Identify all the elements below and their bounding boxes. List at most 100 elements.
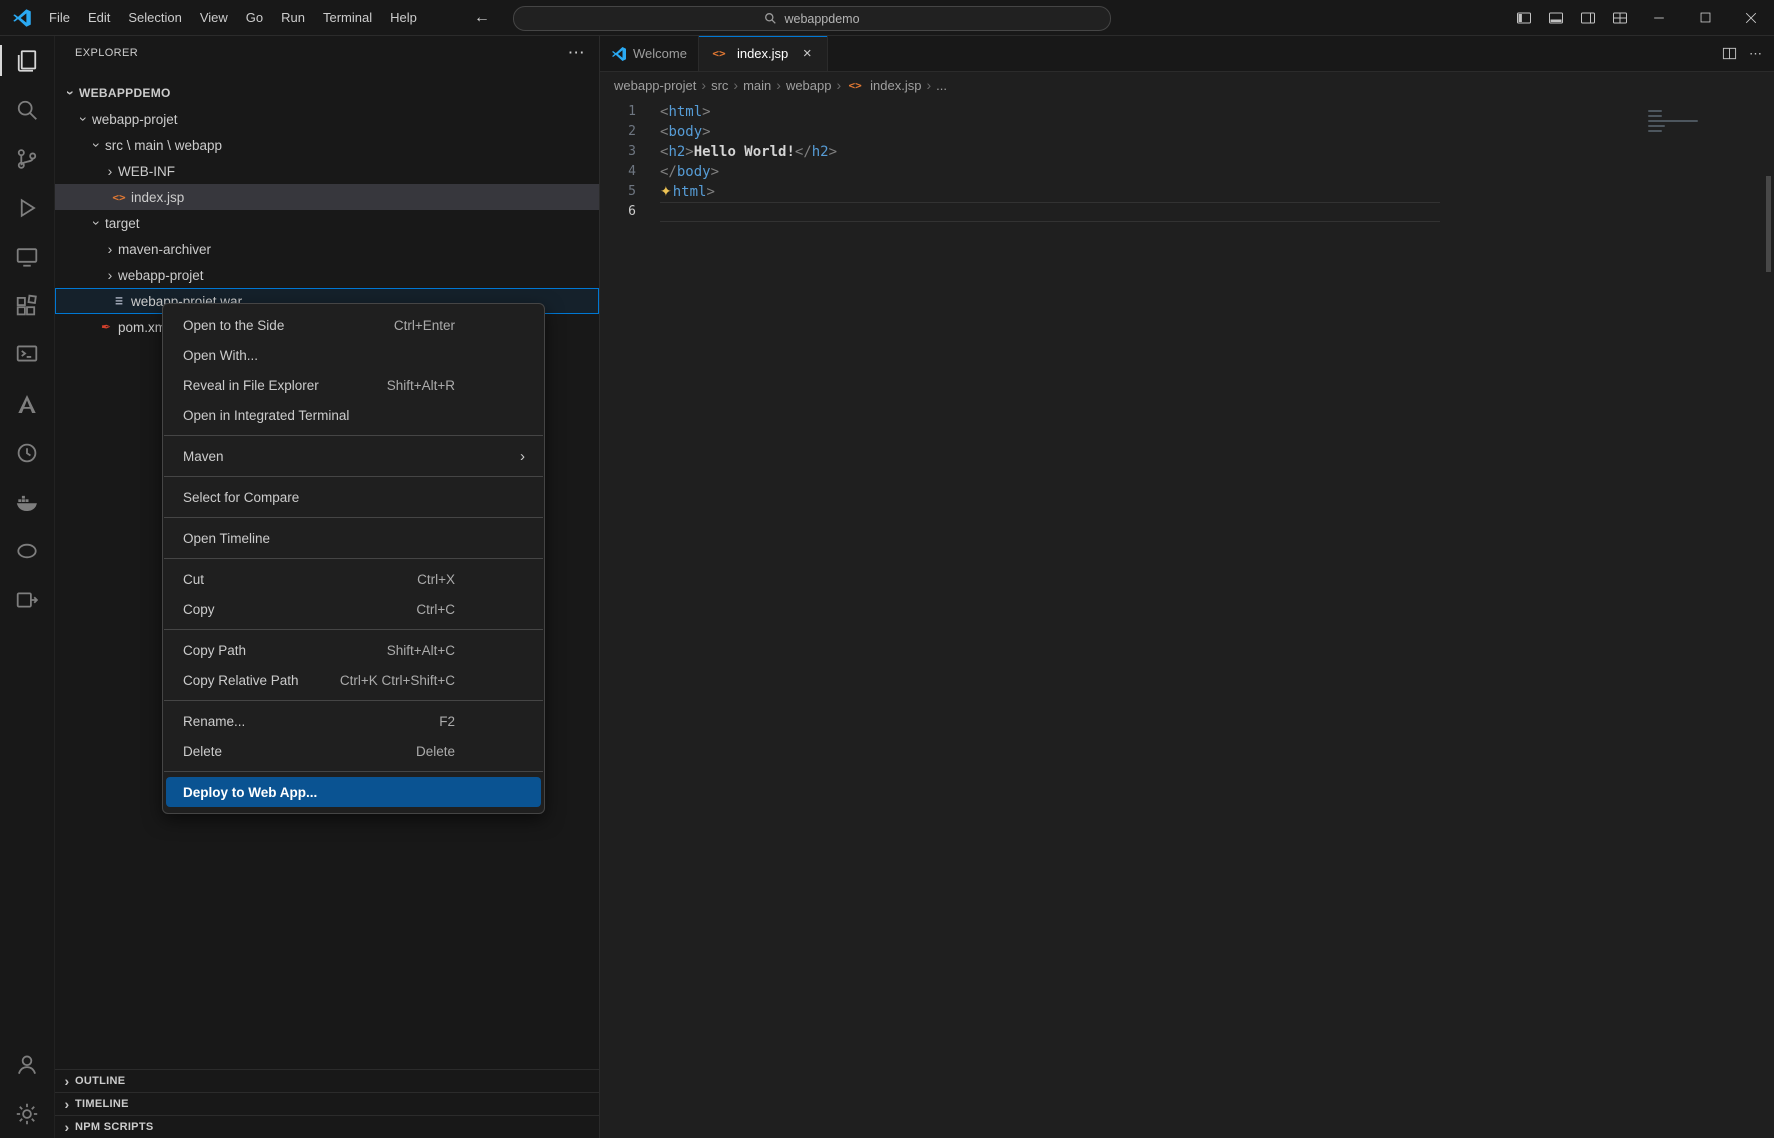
code-line-3: 3<h2>Hello World!</h2>	[600, 142, 1774, 162]
minimap[interactable]	[1648, 110, 1708, 135]
azure-icon[interactable]	[0, 379, 55, 428]
context-menu-item-copy[interactable]: CopyCtrl+C	[166, 594, 541, 624]
context-menu-item-deploy-to-web-app[interactable]: Deploy to Web App...	[166, 777, 541, 807]
breadcrumb-item-src[interactable]: src	[711, 78, 728, 93]
section-outline[interactable]: ›OUTLINE	[55, 1069, 599, 1092]
minimize-button[interactable]	[1636, 0, 1682, 36]
accounts-icon[interactable]	[0, 1040, 55, 1089]
breadcrumb-separator-icon: ›	[836, 77, 841, 93]
context-menu-item-open-with[interactable]: Open With...	[166, 340, 541, 370]
docker-icon[interactable]	[0, 477, 55, 526]
context-menu-item-delete[interactable]: DeleteDelete	[166, 736, 541, 766]
chevron-right-icon: ›	[59, 1119, 75, 1135]
tree-item-webappdemo[interactable]: ›WEBAPPDEMO	[55, 80, 599, 106]
breadcrumb-item-more[interactable]: ...	[936, 78, 947, 93]
context-menu-item-select-for-compare[interactable]: Select for Compare	[166, 482, 541, 512]
tree-item-label: WEB-INF	[118, 164, 175, 179]
more-actions-icon[interactable]: ⋯	[568, 43, 585, 63]
menu-help[interactable]: Help	[381, 5, 426, 31]
run-and-debug-icon[interactable]	[0, 183, 55, 232]
menu-item-label: Maven	[183, 449, 224, 464]
sidebar-sections: ›OUTLINE›TIMELINE›NPM SCRIPTS	[55, 1069, 599, 1138]
remote-explorer-icon[interactable]	[0, 232, 55, 281]
code-line-4: 4</body>	[600, 162, 1774, 182]
breadcrumb-separator-icon: ›	[701, 77, 706, 93]
menu-go[interactable]: Go	[237, 5, 272, 31]
dev-container-icon[interactable]	[0, 330, 55, 379]
menu-run[interactable]: Run	[272, 5, 314, 31]
menu-terminal[interactable]: Terminal	[314, 5, 381, 31]
menu-file[interactable]: File	[40, 5, 79, 31]
context-menu-item-open-timeline[interactable]: Open Timeline	[166, 523, 541, 553]
close-icon[interactable]: ×	[798, 45, 816, 62]
toggle-sidebar-icon[interactable]	[1508, 0, 1540, 36]
tree-item-web-inf[interactable]: ›WEB-INF	[55, 158, 599, 184]
section-timeline[interactable]: ›TIMELINE	[55, 1092, 599, 1115]
tree-item-src-main-webapp[interactable]: ›src \ main \ webapp	[55, 132, 599, 158]
breadcrumb-item-main[interactable]: main	[743, 78, 771, 93]
split-editor-icon[interactable]	[1722, 46, 1737, 61]
menu-item-label: Reveal in File Explorer	[183, 378, 319, 393]
chevron-right-icon: ›	[59, 1073, 75, 1089]
search-icon[interactable]	[0, 85, 55, 134]
remote-window-icon[interactable]	[0, 575, 55, 624]
tree-item-target[interactable]: ›target	[55, 210, 599, 236]
context-menu-item-rename[interactable]: Rename...F2	[166, 706, 541, 736]
tab-welcome[interactable]: Welcome	[600, 36, 699, 71]
tree-item-index-jsp[interactable]: <>index.jsp	[55, 184, 599, 210]
line-number: 3	[600, 142, 636, 162]
breadcrumb-item-webapp[interactable]: webapp	[786, 78, 832, 93]
context-menu-item-open-to-the-side[interactable]: Open to the SideCtrl+Enter	[166, 310, 541, 340]
chevron-right-icon: ›	[59, 1096, 75, 1112]
breadcrumb-item-index-jsp[interactable]: <>index.jsp	[846, 78, 921, 93]
tree-item-webapp-projet[interactable]: ›webapp-projet	[55, 262, 599, 288]
context-menu-item-cut[interactable]: CutCtrl+X	[166, 564, 541, 594]
menu-separator	[164, 629, 543, 630]
scrollbar-thumb[interactable]	[1766, 176, 1771, 272]
extensions-icon[interactable]	[0, 281, 55, 330]
tab-index-jsp[interactable]: <>index.jsp×	[699, 36, 828, 71]
context-menu-item-copy-path[interactable]: Copy PathShift+Alt+C	[166, 635, 541, 665]
chevron-down-icon: ›	[89, 137, 105, 153]
tab-bar: Welcome<>index.jsp× ⋯	[600, 36, 1774, 72]
context-menu-item-maven[interactable]: Maven›	[166, 441, 541, 471]
menu-item-label: Open to the Side	[183, 318, 284, 333]
breadcrumb-label: webapp-projet	[614, 78, 696, 93]
tree-item-label: WEBAPPDEMO	[79, 86, 171, 100]
toggle-panel-icon[interactable]	[1540, 0, 1572, 36]
explorer-icon[interactable]	[0, 36, 55, 85]
context-menu-item-reveal-in-file-explorer[interactable]: Reveal in File ExplorerShift+Alt+R	[166, 370, 541, 400]
tree-item-maven-archiver[interactable]: ›maven-archiver	[55, 236, 599, 262]
titlebar: FileEditSelectionViewGoRunTerminalHelp ←…	[0, 0, 1774, 36]
menu-selection[interactable]: Selection	[119, 5, 190, 31]
context-menu-item-copy-relative-path[interactable]: Copy Relative PathCtrl+K Ctrl+Shift+C	[166, 665, 541, 695]
editor-more-actions-icon[interactable]: ⋯	[1749, 46, 1762, 62]
menu-edit[interactable]: Edit	[79, 5, 119, 31]
toggle-secondary-sidebar-icon[interactable]	[1572, 0, 1604, 36]
menubar: FileEditSelectionViewGoRunTerminalHelp	[40, 5, 426, 31]
chevron-right-icon: ›	[102, 163, 118, 179]
search-value: webappdemo	[784, 12, 859, 26]
source-control-icon[interactable]	[0, 134, 55, 183]
search-icon	[764, 12, 777, 25]
menu-item-label: Open With...	[183, 348, 258, 363]
command-center-search[interactable]: webappdemo	[513, 6, 1111, 31]
close-window-button[interactable]	[1728, 0, 1774, 36]
menu-item-shortcut: F2	[439, 714, 523, 729]
customize-layout-icon[interactable]	[1604, 0, 1636, 36]
menu-view[interactable]: View	[191, 5, 237, 31]
settings-icon[interactable]	[0, 1089, 55, 1138]
chevron-right-icon: ›	[102, 267, 118, 283]
menu-separator	[164, 435, 543, 436]
tree-item-webapp-projet[interactable]: ›webapp-projet	[55, 106, 599, 132]
menu-item-label: Open in Integrated Terminal	[183, 408, 349, 423]
maximize-button[interactable]	[1682, 0, 1728, 36]
chevron-down-icon: ›	[63, 85, 79, 101]
circle-tool-icon[interactable]	[0, 428, 55, 477]
context-menu-item-open-in-integrated-terminal[interactable]: Open in Integrated Terminal	[166, 400, 541, 430]
section-npm-scripts[interactable]: ›NPM SCRIPTS	[55, 1115, 599, 1138]
editor-code[interactable]: 1<html>2<body>3<h2>Hello World!</h2>4</b…	[600, 98, 1774, 1138]
breadcrumb-item-webapp-projet[interactable]: webapp-projet	[614, 78, 696, 93]
back-icon[interactable]: ←	[474, 9, 490, 27]
oval-tool-icon[interactable]	[0, 526, 55, 575]
